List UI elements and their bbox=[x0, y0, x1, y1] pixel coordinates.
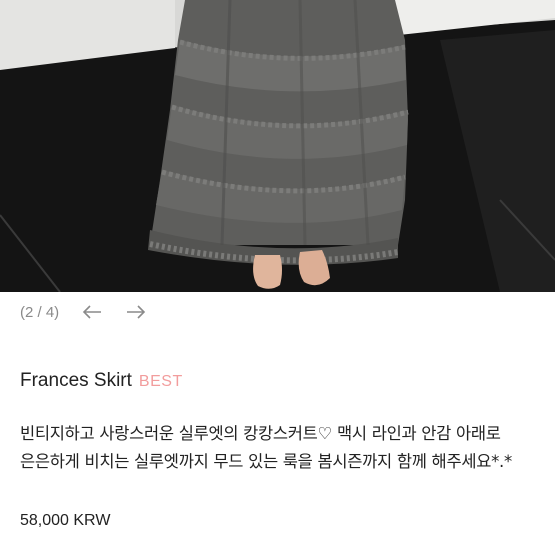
product-price: 58,000 KRW bbox=[20, 512, 111, 529]
image-counter: (2 / 4) bbox=[20, 303, 60, 321]
arrow-left-icon[interactable] bbox=[81, 301, 103, 323]
best-badge: BEST bbox=[138, 373, 183, 390]
product-title-row: Frances Skirt BEST bbox=[20, 370, 183, 392]
product-description: 빈티지하고 사랑스러운 실루엣의 캉캉스커트♡ 맥시 라인과 안감 아래로 은은… bbox=[20, 424, 512, 471]
arrow-right-icon[interactable] bbox=[125, 301, 147, 323]
gallery-pager: (2 / 4) bbox=[20, 300, 147, 324]
product-photo[interactable] bbox=[0, 0, 555, 292]
product-name: Frances Skirt bbox=[20, 370, 132, 391]
